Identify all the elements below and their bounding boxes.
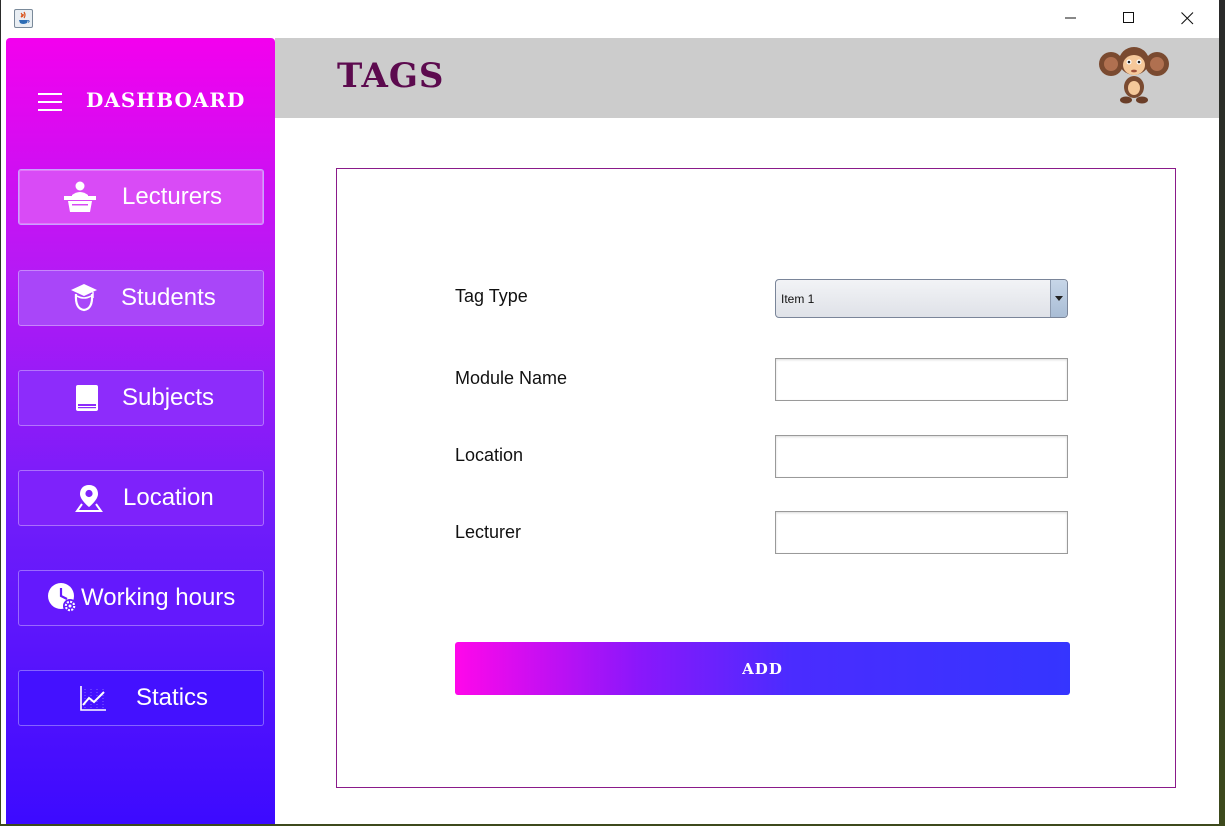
module-name-field[interactable] xyxy=(775,358,1068,401)
close-icon xyxy=(1180,11,1193,24)
sidebar-item-lecturers[interactable]: Lecturers xyxy=(18,169,264,225)
dashboard-title: DASHBOARD xyxy=(86,88,246,112)
page-header: TAGS xyxy=(275,38,1219,118)
close-button[interactable] xyxy=(1158,0,1216,36)
dropdown-arrow-icon[interactable] xyxy=(1050,280,1067,317)
minimize-icon xyxy=(1065,17,1076,19)
title-bar xyxy=(1,0,1219,38)
hamburger-menu-icon[interactable] xyxy=(38,93,64,113)
sidebar-item-location[interactable]: Location xyxy=(18,470,264,526)
maximize-icon xyxy=(1123,12,1134,23)
java-app-icon xyxy=(14,9,33,28)
sidebar-item-label: Location xyxy=(123,484,214,511)
maximize-button[interactable] xyxy=(1100,0,1158,36)
sidebar: DASHBOARD Lecturers Students Subjects Lo… xyxy=(6,38,275,824)
app-window: DASHBOARD Lecturers Students Subjects Lo… xyxy=(1,0,1219,824)
lecturer-label: Lecturer xyxy=(455,522,522,542)
tag-form-panel: Tag Type Item 1 Module Name Location Lec… xyxy=(336,168,1176,788)
page-title: TAGS xyxy=(337,56,445,96)
location-field[interactable] xyxy=(775,435,1068,478)
tag-type-label: Tag Type xyxy=(455,286,528,306)
sidebar-item-working-hours[interactable]: Working hours xyxy=(18,570,264,626)
sidebar-item-label: Statics xyxy=(136,684,209,711)
tag-type-select[interactable]: Item 1 xyxy=(775,279,1068,318)
lecturer-podium-icon xyxy=(63,181,97,213)
module-name-label: Module Name xyxy=(455,368,568,388)
add-button[interactable]: ADD xyxy=(455,642,1070,695)
sidebar-item-label: Lecturers xyxy=(122,183,223,210)
sidebar-item-statics[interactable]: Statics xyxy=(18,670,264,726)
sidebar-item-label: Working hours xyxy=(81,584,236,611)
map-pin-icon xyxy=(75,483,103,513)
clock-gear-icon xyxy=(47,582,79,614)
graduate-student-icon xyxy=(69,283,99,313)
monkey-mascot-avatar xyxy=(1099,44,1169,104)
minimize-button[interactable] xyxy=(1042,0,1100,36)
sidebar-item-students[interactable]: Students xyxy=(18,270,264,326)
lecturer-field[interactable] xyxy=(775,511,1068,554)
tag-type-selected-value: Item 1 xyxy=(781,292,815,306)
location-label: Location xyxy=(455,445,524,465)
sidebar-item-label: Students xyxy=(121,284,216,311)
book-icon xyxy=(75,384,99,412)
sidebar-item-label: Subjects xyxy=(122,384,215,411)
line-chart-icon xyxy=(79,684,107,712)
sidebar-item-subjects[interactable]: Subjects xyxy=(18,370,264,426)
